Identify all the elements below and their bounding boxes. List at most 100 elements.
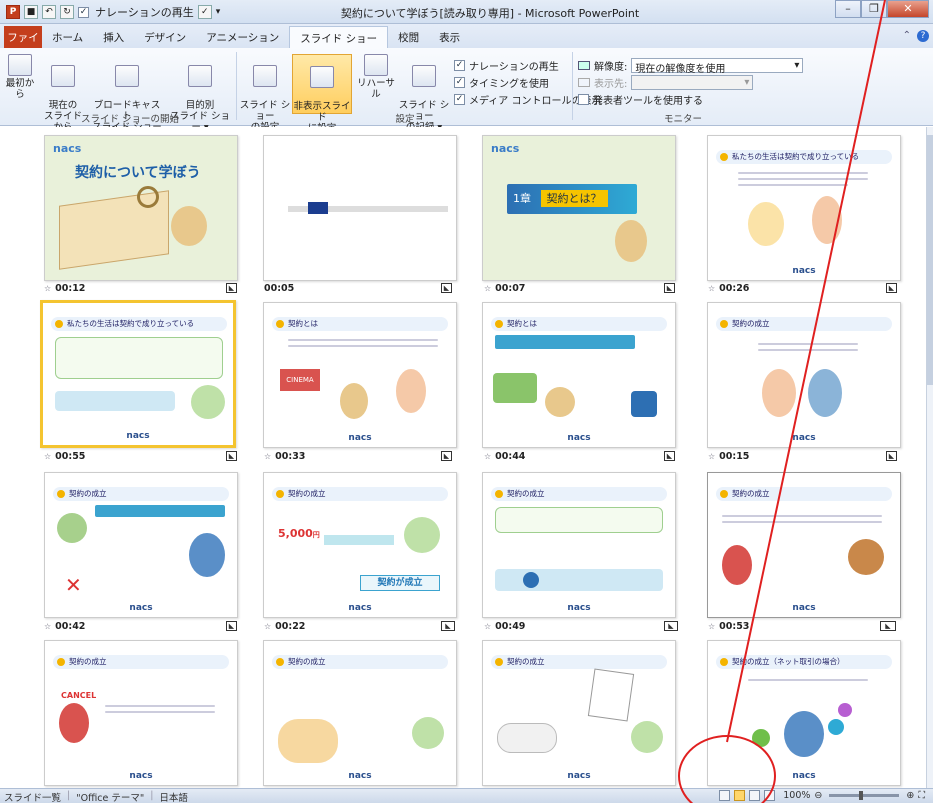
slide-timing-6: ☆ 00:33: [264, 451, 305, 462]
timing-checkbox-row[interactable]: ✓ タイミングを使用: [454, 75, 549, 90]
slide-time: 00:05: [264, 283, 295, 294]
zoom-out-icon[interactable]: ⊖: [814, 790, 822, 801]
animation-indicator-icon[interactable]: ◣: [664, 283, 675, 293]
tab-file[interactable]: ファイル: [4, 26, 42, 59]
slide-thumbnail-13[interactable]: 契約の成立 CANCEL nacs: [44, 640, 238, 786]
slide-title: 契約の成立: [53, 487, 229, 501]
tab-insert[interactable]: 挿入: [93, 26, 134, 48]
slide-thumbnail-3[interactable]: nacs 1章 契約とは？: [482, 135, 676, 281]
animation-indicator-icon[interactable]: ◣: [226, 283, 237, 293]
timing-star-icon: ☆: [264, 622, 272, 631]
animation-indicator-icon[interactable]: ◣: [441, 283, 452, 293]
slideshow-view-button[interactable]: [764, 790, 776, 801]
timing-star-icon: ☆: [264, 452, 272, 461]
slide-thumbnail-5[interactable]: 私たちの生活は契約で成り立っている nacs: [40, 300, 236, 448]
tab-slideshow[interactable]: スライド ショー: [289, 26, 389, 48]
reading-view-button[interactable]: [749, 790, 761, 801]
narration-checkbox-row[interactable]: ✓ ナレーションの再生: [454, 58, 559, 73]
redo-icon[interactable]: ↻: [60, 5, 74, 19]
slideshow-start-icon: [8, 54, 32, 76]
animation-indicator-icon[interactable]: ◣: [664, 451, 675, 461]
slide-thumbnail-10[interactable]: 契約の成立 5,000円 契約が成立 nacs: [263, 472, 457, 618]
animation-indicator-icon[interactable]: ◣: [441, 451, 452, 461]
animation-indicator-icon[interactable]: ◣: [226, 451, 237, 461]
minimize-ribbon-icon[interactable]: ⌃: [903, 30, 911, 42]
slide-thumbnail-8[interactable]: 契約の成立 nacs: [707, 302, 901, 448]
animation-indicator-icon[interactable]: ◣: [886, 451, 897, 461]
monitor-group-label: モニター: [663, 114, 702, 125]
slide-thumbnail-15[interactable]: 契約の成立 nacs: [482, 640, 676, 786]
slide-thumbnail-9[interactable]: 契約の成立 ✕ nacs: [44, 472, 238, 618]
zoom-slider-knob[interactable]: [859, 791, 864, 800]
slide-thumbnail-12[interactable]: 契約の成立 nacs: [707, 472, 901, 618]
customize-qat-icon[interactable]: ▾: [216, 7, 221, 17]
scrollbar-thumb[interactable]: [927, 135, 933, 385]
animation-indicator-icon[interactable]: ◣: [226, 621, 237, 631]
powerpoint-icon[interactable]: P: [6, 5, 20, 19]
media-controls-checkbox[interactable]: ✓: [454, 94, 465, 105]
tab-review[interactable]: 校閲: [388, 26, 429, 48]
timing-star-icon: ☆: [484, 622, 492, 631]
animation-indicator-icon[interactable]: ◣: [441, 621, 455, 631]
vertical-scrollbar[interactable]: [926, 127, 933, 788]
rehearse-button[interactable]: リハーサル: [356, 54, 396, 100]
slide-thumbnail-11[interactable]: 契約の成立 nacs: [482, 472, 676, 618]
slide-title: 契約の成立: [272, 487, 448, 501]
animation-indicator-icon[interactable]: ◣: [886, 283, 897, 293]
undo-icon[interactable]: ↶: [42, 5, 56, 19]
animation-indicator-icon[interactable]: ◣: [880, 621, 896, 631]
from-beginning-button[interactable]: 最初から: [2, 54, 38, 100]
hide-slide-icon: [310, 66, 334, 88]
slide-thumbnail-1[interactable]: nacs 契約について学ぼう: [44, 135, 238, 281]
person-illustration: [59, 703, 89, 743]
nacs-logo: nacs: [129, 771, 153, 781]
hide-slide-button[interactable]: 非表示スライド に設定: [292, 54, 352, 134]
zoom-level[interactable]: 100%: [783, 790, 810, 801]
narration-checkbox-qat[interactable]: ✓: [78, 6, 89, 18]
maximize-button[interactable]: ❐: [861, 0, 887, 18]
broadcast-icon: [115, 65, 139, 87]
slide-thumbnail-7[interactable]: 契約とは nacs: [482, 302, 676, 448]
slide-thumbnail-2[interactable]: [263, 135, 457, 281]
slide-time: 00:49: [495, 621, 526, 632]
contract-established-badge: 契約が成立: [360, 575, 440, 591]
timing-checkbox[interactable]: ✓: [454, 77, 465, 88]
language-indicator[interactable]: 日本語: [159, 790, 188, 803]
minimize-button[interactable]: –: [835, 0, 861, 18]
presenter-view-row[interactable]: 発表者ツールを使用する: [578, 92, 703, 107]
theme-indicator[interactable]: "Office テーマ": [76, 790, 144, 803]
timing-star-icon: ☆: [44, 284, 52, 293]
slide-title: 契約の成立: [53, 655, 229, 669]
ribbon-right-controls: ⌃ ?: [903, 30, 929, 42]
slide-thumbnail-6[interactable]: 契約とは CINEMA nacs: [263, 302, 457, 448]
store-icon: [631, 391, 657, 417]
presenter-view-checkbox[interactable]: [578, 94, 589, 105]
text-line: [738, 172, 868, 174]
slide-sorter-view-button[interactable]: [734, 790, 746, 801]
display-dropdown[interactable]: ▾: [631, 75, 754, 90]
tab-animation[interactable]: アニメーション: [196, 26, 289, 48]
tab-view[interactable]: 表示: [429, 26, 470, 48]
slide-thumbnail-14[interactable]: 契約の成立 nacs: [263, 640, 457, 786]
step-number-icon: [523, 572, 539, 588]
zoom-slider[interactable]: [829, 791, 900, 800]
animation-indicator-icon[interactable]: ◣: [664, 621, 678, 631]
help-icon[interactable]: ?: [917, 30, 929, 42]
spellcheck-icon[interactable]: ✓: [197, 5, 212, 19]
close-button[interactable]: ✕: [887, 0, 929, 18]
normal-view-button[interactable]: [719, 790, 731, 801]
save-icon[interactable]: ■: [24, 5, 38, 19]
slide-thumbnail-4[interactable]: 私たちの生活は契約で成り立っている nacs: [707, 135, 901, 281]
display-row: 表示先: ▾: [578, 75, 754, 90]
slide-thumbnail-16[interactable]: 契約の成立（ネット取引の場合） nacs: [707, 640, 901, 786]
slide-timing-3: ☆ 00:07: [484, 283, 525, 294]
tab-design[interactable]: デザイン: [134, 26, 196, 48]
fit-to-window-icon[interactable]: ⛶: [918, 790, 925, 801]
person-illustration: [784, 711, 824, 757]
resolution-dropdown[interactable]: 現在の解像度を使用 ▾: [631, 58, 804, 75]
narration-checkbox[interactable]: ✓: [454, 60, 465, 71]
slide-title: 契約の成立: [491, 655, 667, 669]
tab-home[interactable]: ホーム: [42, 26, 93, 48]
group-divider: [572, 52, 573, 120]
zoom-in-icon[interactable]: ⊕: [906, 790, 914, 801]
